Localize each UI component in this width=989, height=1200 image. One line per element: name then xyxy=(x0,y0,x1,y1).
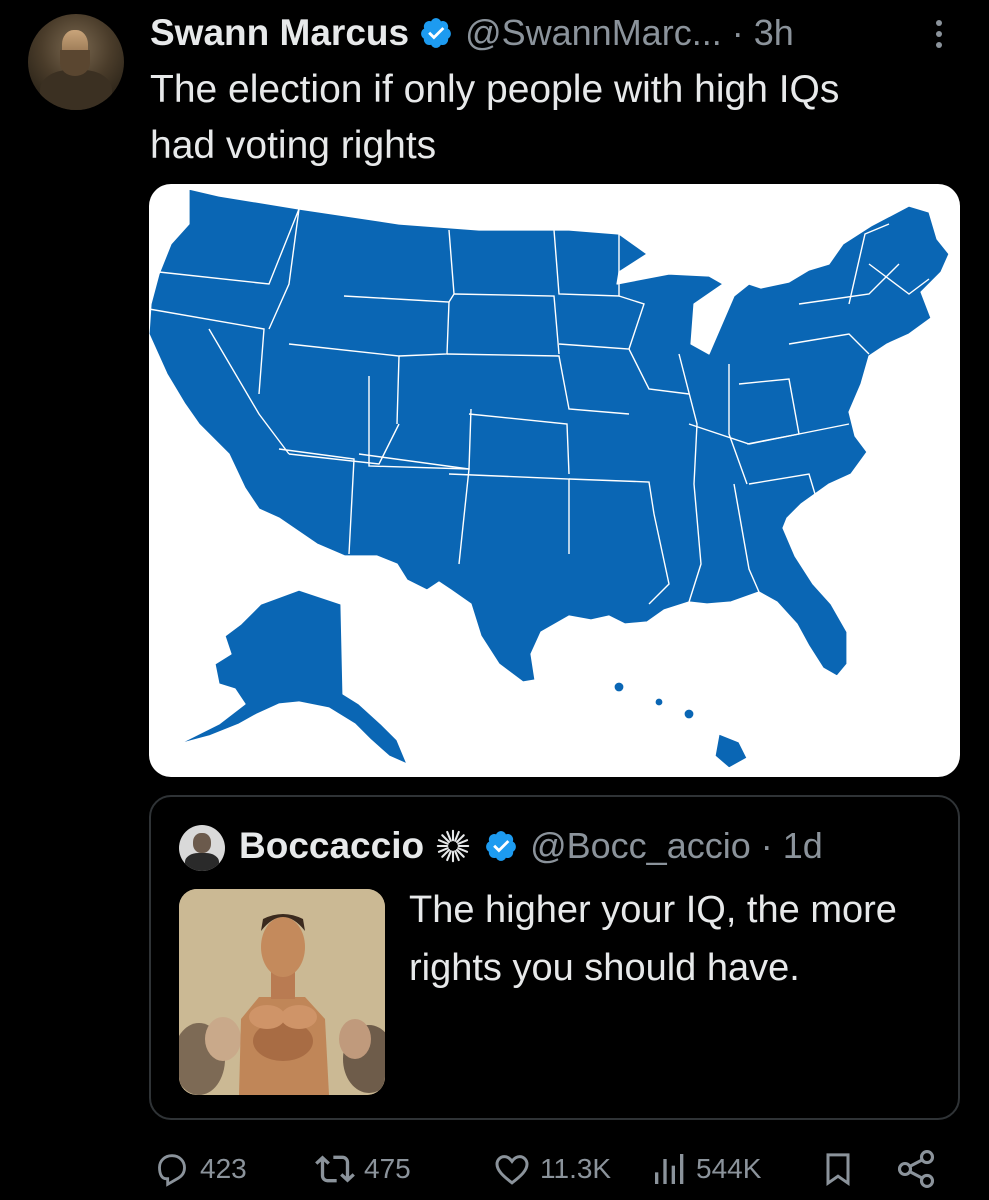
more-options-icon[interactable] xyxy=(930,16,948,52)
reply-count: 423 xyxy=(200,1153,247,1184)
quoted-author-avatar[interactable] xyxy=(179,825,225,871)
tweet-media-map[interactable] xyxy=(149,184,960,777)
quoted-tweet-header: Boccaccio @Bocc_accio · 1d xyxy=(239,823,823,869)
quoted-author-name[interactable]: Boccaccio xyxy=(239,825,424,867)
like-icon xyxy=(495,1155,529,1185)
quoted-timestamp[interactable]: · 1d xyxy=(761,825,823,866)
hawaii-island-3 xyxy=(683,708,695,720)
hawaii-island-4 xyxy=(714,733,748,769)
like-count: 11.3K xyxy=(540,1153,612,1184)
author-avatar[interactable] xyxy=(28,14,124,110)
author-handle[interactable]: @SwannMarc... · 3h xyxy=(465,12,794,54)
reply-icon xyxy=(158,1154,186,1187)
author-name[interactable]: Swann Marcus xyxy=(150,12,409,54)
tweet-text-line-1: The election if only people with high IQ… xyxy=(150,68,840,111)
repost-icon xyxy=(315,1155,355,1183)
hawaii-island-1 xyxy=(613,681,625,693)
tweet-header: Swann Marcus @SwannMarc... · 3h xyxy=(150,10,794,56)
repost-count: 475 xyxy=(364,1153,411,1184)
like-button[interactable]: 11.3K xyxy=(490,1146,611,1192)
quoted-tweet-text: The higher your IQ, the more rights you … xyxy=(409,889,897,989)
bookmark-button[interactable] xyxy=(818,1146,864,1192)
views-icon xyxy=(655,1154,684,1184)
quoted-tweet-image[interactable] xyxy=(179,889,385,1095)
views-button[interactable]: 544K xyxy=(650,1146,761,1192)
painting-muscular-man xyxy=(179,889,385,1095)
quoted-avatar-head xyxy=(193,833,211,853)
avatar-figure-beard xyxy=(60,50,90,76)
avatar-figure-body xyxy=(40,70,112,110)
quoted-avatar-shirt xyxy=(185,853,219,871)
tweet-timestamp[interactable]: · 3h xyxy=(732,12,794,53)
repost-button[interactable]: 475 xyxy=(312,1146,411,1192)
quoted-author-handle[interactable]: @Bocc_accio · 1d xyxy=(530,825,823,867)
hawaii-island-2 xyxy=(654,697,664,707)
tweet-action-bar: 423 475 11.3K 544K xyxy=(150,1140,960,1200)
verified-badge-icon xyxy=(421,18,451,48)
share-button[interactable] xyxy=(894,1146,944,1192)
quoted-tweet-card[interactable]: Boccaccio @Bocc_accio · 1d The higher yo… xyxy=(149,795,960,1120)
tweet-text-line-2: had voting rights xyxy=(150,124,437,167)
reply-button[interactable]: 423 xyxy=(150,1146,247,1192)
tweet-text: The election if only people with high IQ… xyxy=(150,62,960,174)
bookmark-icon xyxy=(826,1153,850,1187)
us-map-image xyxy=(149,188,950,769)
author-handle-text: @SwannMarc... xyxy=(465,12,722,53)
share-icon xyxy=(897,1150,935,1188)
alaska-shape xyxy=(178,589,408,765)
views-count: 544K xyxy=(696,1153,762,1184)
quoted-handle-text: @Bocc_accio xyxy=(530,825,751,866)
verified-badge-icon xyxy=(486,831,516,861)
sunburst-badge-icon xyxy=(436,829,470,863)
